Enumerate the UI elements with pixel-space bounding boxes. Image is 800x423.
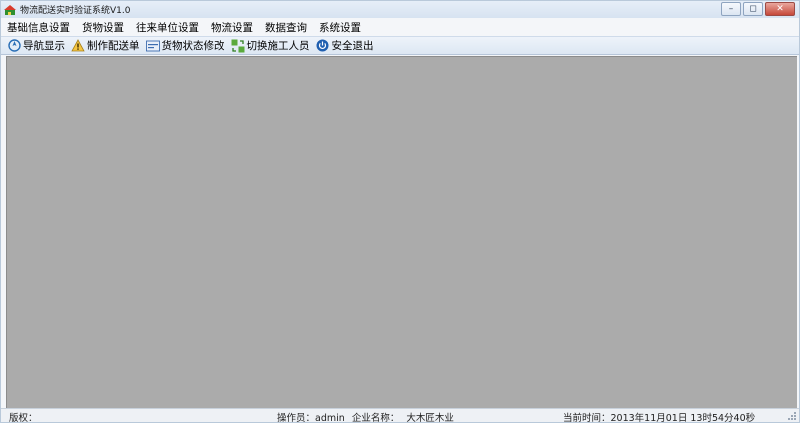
menu-logistics-settings[interactable]: 物流设置: [211, 20, 253, 35]
resize-grip-icon[interactable]: [787, 411, 797, 421]
close-icon: ✕: [776, 3, 784, 14]
minimize-button[interactable]: –: [721, 2, 741, 16]
app-logo-icon: [4, 4, 16, 16]
warning-triangle-icon: [71, 39, 85, 53]
switch-worker-label: 切换施工人员: [246, 40, 310, 52]
goods-status-edit-label: 货物状态修改: [161, 40, 225, 52]
menu-system-settings[interactable]: 系统设置: [319, 20, 361, 35]
create-delivery-order-button[interactable]: 制作配送单: [71, 38, 140, 53]
operator-company-info: 操作员：admin 企业名称： 大木匠木业: [277, 410, 458, 423]
window-controls: – ◻ ✕: [721, 2, 795, 16]
create-delivery-order-label: 制作配送单: [87, 40, 140, 52]
safe-exit-label: 安全退出: [331, 40, 374, 52]
navigation-display-label: 导航显示: [23, 40, 65, 52]
company-label: 企业名称：: [351, 413, 400, 423]
power-exit-icon: [316, 39, 330, 53]
menu-data-query[interactable]: 数据查询: [265, 20, 307, 35]
toolbar: 导航显示 制作配送单 货物状态修改 切换施工人员 安全退出: [1, 36, 799, 55]
menu-partner-settings[interactable]: 往来单位设置: [136, 20, 199, 35]
current-time: 当前时间：2013年11月01日 13时54分40秒: [563, 413, 756, 423]
application-window: 物流配送实时验证系统V1.0 – ◻ ✕ 基础信息设置 货物设置 往来单位设置 …: [0, 0, 800, 423]
switch-worker-button[interactable]: 切换施工人员: [231, 38, 310, 53]
status-bar: 版权： 操作员：admin 企业名称： 大木匠木业 当前时间：2013年11月0…: [1, 408, 799, 423]
maximize-button[interactable]: ◻: [743, 2, 763, 16]
safe-exit-button[interactable]: 安全退出: [316, 38, 374, 53]
menu-bar: 基础信息设置 货物设置 往来单位设置 物流设置 数据查询 系统设置: [1, 18, 799, 36]
navigation-icon: [7, 39, 21, 53]
maximize-icon: ◻: [749, 3, 757, 14]
menu-basic-info-settings[interactable]: 基础信息设置: [7, 20, 70, 35]
operator-label: 操作员：admin: [277, 413, 345, 423]
goods-status-edit-button[interactable]: 货物状态修改: [145, 38, 225, 53]
title-bar[interactable]: 物流配送实时验证系统V1.0 – ◻ ✕: [1, 1, 799, 18]
company-value: 大木匠木业: [406, 413, 454, 423]
minimize-icon: –: [728, 3, 734, 14]
copyright-label: 版权：: [9, 413, 38, 423]
navigation-display-button[interactable]: 导航显示: [7, 38, 65, 53]
window-title: 物流配送实时验证系统V1.0: [20, 6, 131, 16]
status-edit-icon: [145, 39, 160, 53]
menu-goods-settings[interactable]: 货物设置: [82, 20, 124, 35]
close-button[interactable]: ✕: [765, 2, 795, 16]
mdi-workspace: [6, 56, 797, 408]
switch-user-icon: [231, 39, 245, 53]
